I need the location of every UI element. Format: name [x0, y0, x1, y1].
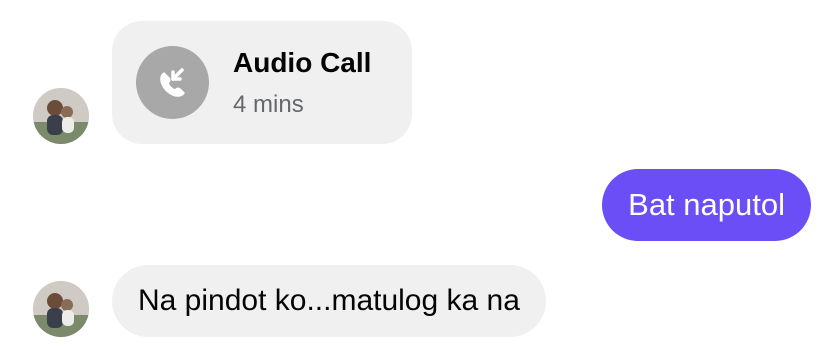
- missed-call-arrow-icon: [136, 46, 209, 119]
- sender-avatar[interactable]: [33, 88, 89, 144]
- call-title: Audio Call: [233, 47, 372, 78]
- incoming-message-bubble[interactable]: Na pindot ko...matulog ka na: [112, 265, 546, 337]
- call-duration: 4 mins: [233, 91, 304, 118]
- outgoing-message-bubble[interactable]: Bat naputol: [602, 169, 811, 241]
- sender-avatar[interactable]: [33, 281, 89, 337]
- audio-call-card[interactable]: Audio Call 4 mins: [112, 21, 412, 144]
